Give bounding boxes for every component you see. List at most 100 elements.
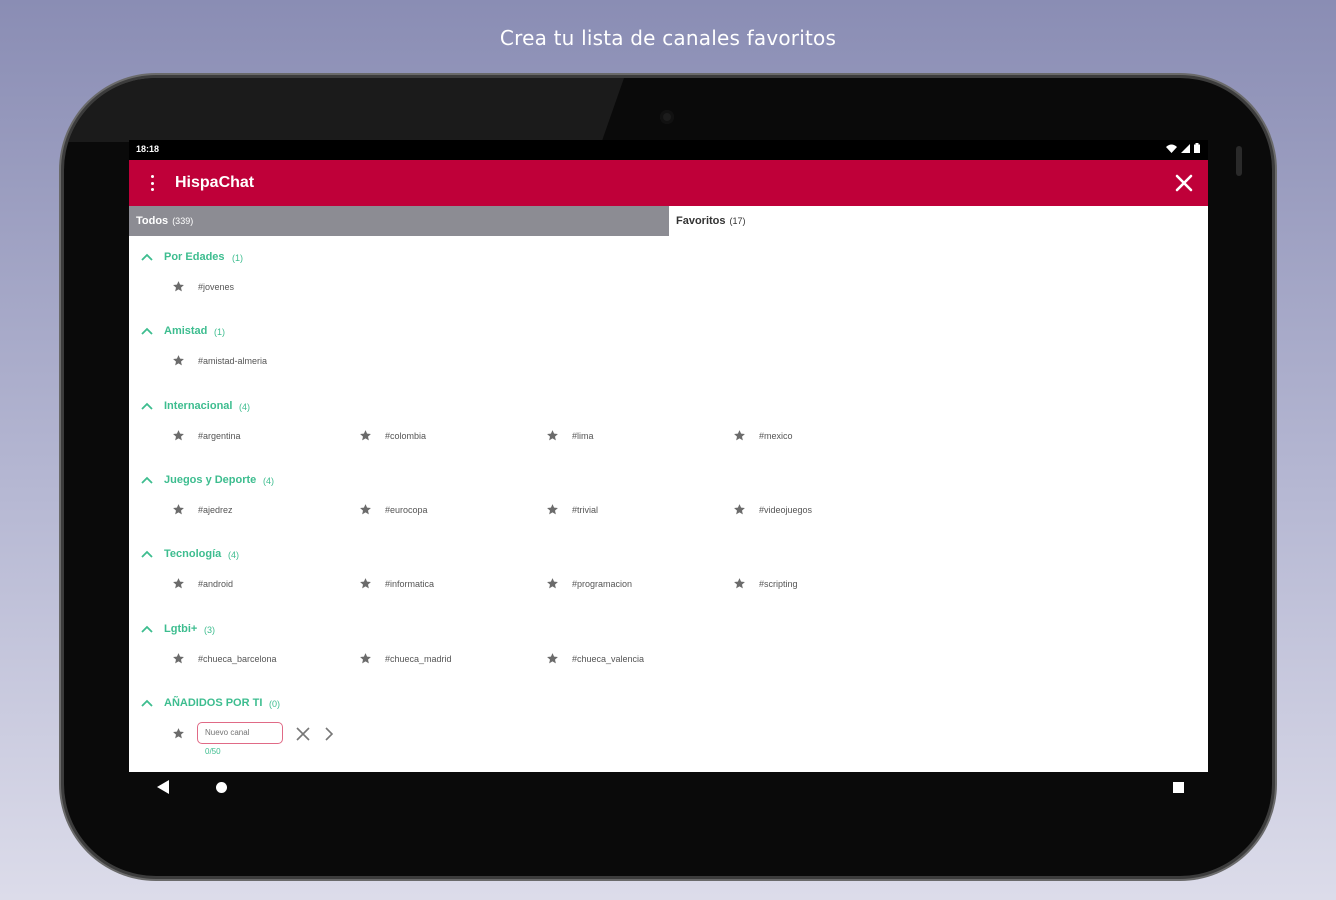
clear-icon[interactable] <box>295 726 311 742</box>
new-channel-counter: 0/50 <box>205 746 221 756</box>
star-icon[interactable] <box>172 429 185 442</box>
category-count: (4) <box>263 475 274 486</box>
star-icon[interactable] <box>359 577 372 590</box>
channel-item[interactable]: #android <box>172 576 352 594</box>
star-icon[interactable] <box>546 577 559 590</box>
channel-item[interactable]: #argentina <box>172 428 352 446</box>
chevron-right-icon[interactable] <box>323 726 335 742</box>
star-icon[interactable] <box>546 652 559 665</box>
category-name: Amistad <box>164 325 208 338</box>
tab-todos[interactable]: Todos (339) <box>129 206 669 236</box>
star-icon[interactable] <box>172 503 185 516</box>
star-icon[interactable] <box>546 503 559 516</box>
signal-icon <box>1181 143 1190 153</box>
chevron-up-icon[interactable] <box>141 402 153 410</box>
tablet-frame: 18:18 HispaChat Todos (339) Favoritos (17) <box>64 78 1272 876</box>
star-icon[interactable] <box>733 503 746 516</box>
channel-item[interactable]: #chueca_valencia <box>546 651 726 669</box>
status-icons <box>1166 143 1200 153</box>
star-icon[interactable] <box>172 354 185 367</box>
channel-name: #jovenes <box>198 282 235 292</box>
star-icon[interactable] <box>172 577 185 590</box>
navigation-bar <box>129 772 1208 832</box>
channel-item[interactable]: #informatica <box>359 576 539 594</box>
category-header-internacional[interactable]: Internacional (4) <box>129 397 729 417</box>
channel-name: #argentina <box>198 430 241 441</box>
category-header-lgtbi[interactable]: Lgtbi+ (3) <box>129 620 729 640</box>
category-header-por-edades[interactable]: Por Edades (1) <box>129 248 729 268</box>
channel-item[interactable]: #mexico <box>733 428 913 446</box>
chevron-up-icon[interactable] <box>141 327 153 335</box>
tab-todos-label: Todos (339) <box>136 215 193 227</box>
bezel-glare <box>64 78 624 142</box>
new-channel-input[interactable] <box>197 721 283 744</box>
nav-back-icon[interactable] <box>157 780 169 794</box>
tab-favoritos[interactable]: Favoritos (17) <box>669 206 1208 236</box>
category-header-amistad[interactable]: Amistad (1) <box>129 322 729 342</box>
star-icon[interactable] <box>172 280 185 293</box>
category-name: Juegos y Deporte <box>164 473 257 486</box>
channel-item[interactable]: #amistad-almeria <box>172 353 352 371</box>
side-button <box>1236 146 1242 176</box>
tab-todos-text: Todos <box>136 215 169 227</box>
channel-item[interactable]: #lima <box>546 428 726 446</box>
star-icon[interactable] <box>172 652 185 665</box>
star-icon[interactable] <box>733 429 746 442</box>
channel-name: #colombia <box>385 430 427 441</box>
channel-name: #chueca_valencia <box>572 653 645 664</box>
chevron-up-icon[interactable] <box>141 476 153 484</box>
category-name: Por Edades <box>164 251 225 263</box>
tab-bar: Todos (339) Favoritos (17) <box>129 206 1208 236</box>
wifi-icon <box>1166 144 1177 153</box>
category-header-anadidos-por-ti[interactable]: AÑADIDOS POR TI (0) <box>129 694 729 714</box>
star-icon[interactable] <box>172 727 185 740</box>
channel-item[interactable]: #eurocopa <box>359 502 539 520</box>
category-header-tecnologia[interactable]: Tecnología (4) <box>129 545 729 565</box>
nav-recent-apps-icon[interactable] <box>1173 782 1184 793</box>
chevron-up-icon[interactable] <box>141 625 153 633</box>
close-icon[interactable] <box>1172 171 1196 195</box>
channel-name: #programacion <box>572 579 633 590</box>
star-icon[interactable] <box>546 429 559 442</box>
app-bar: HispaChat <box>129 160 1208 206</box>
app-title: HispaChat <box>175 174 255 191</box>
promo-caption: Crea tu lista de canales favoritos <box>499 26 837 50</box>
channel-name: #ajedrez <box>198 504 233 515</box>
channel-name: #trivial <box>572 504 599 515</box>
channel-item[interactable]: #trivial <box>546 502 726 520</box>
more-vert-icon[interactable] <box>149 175 155 191</box>
chevron-up-icon[interactable] <box>141 699 153 707</box>
channel-item[interactable]: #videojuegos <box>733 502 913 520</box>
category-count: (1) <box>232 253 243 263</box>
channel-item[interactable]: #colombia <box>359 428 539 446</box>
nav-home-icon[interactable] <box>216 782 227 793</box>
star-icon[interactable] <box>359 429 372 442</box>
channel-name: #scripting <box>759 579 798 590</box>
battery-icon <box>1194 143 1200 153</box>
tab-todos-count: (339) <box>172 216 194 226</box>
channel-name: #informatica <box>385 579 435 590</box>
channel-name: #videojuegos <box>759 504 813 515</box>
star-icon[interactable] <box>359 652 372 665</box>
star-icon[interactable] <box>733 577 746 590</box>
tab-favoritos-text: Favoritos <box>676 215 726 227</box>
channel-item[interactable]: #jovenes <box>172 279 352 297</box>
category-name: Tecnología <box>164 548 222 561</box>
device-screen: 18:18 HispaChat Todos (339) Favoritos (17) <box>129 140 1208 794</box>
tab-favoritos-label: Favoritos (17) <box>676 215 746 227</box>
channel-item[interactable]: #programacion <box>546 576 726 594</box>
star-icon[interactable] <box>359 503 372 516</box>
category-header-juegos-y-deporte[interactable]: Juegos y Deporte (4) <box>129 471 729 491</box>
channel-item[interactable]: #scripting <box>733 576 913 594</box>
chevron-up-icon[interactable] <box>141 550 153 558</box>
new-channel-row: 0/50 <box>129 721 729 756</box>
channel-list-panel: Todos (339) Favoritos (17) Por Edades (1) #j… <box>129 206 1208 772</box>
channel-name: #android <box>198 579 234 590</box>
channel-item[interactable]: #ajedrez <box>172 502 352 520</box>
category-count: (3) <box>204 624 215 635</box>
channel-item[interactable]: #chueca_barcelona <box>172 651 352 669</box>
chevron-up-icon[interactable] <box>141 253 153 261</box>
category-count: (0) <box>269 698 280 709</box>
category-name: Lgtbi+ <box>164 622 198 635</box>
channel-item[interactable]: #chueca_madrid <box>359 651 539 669</box>
